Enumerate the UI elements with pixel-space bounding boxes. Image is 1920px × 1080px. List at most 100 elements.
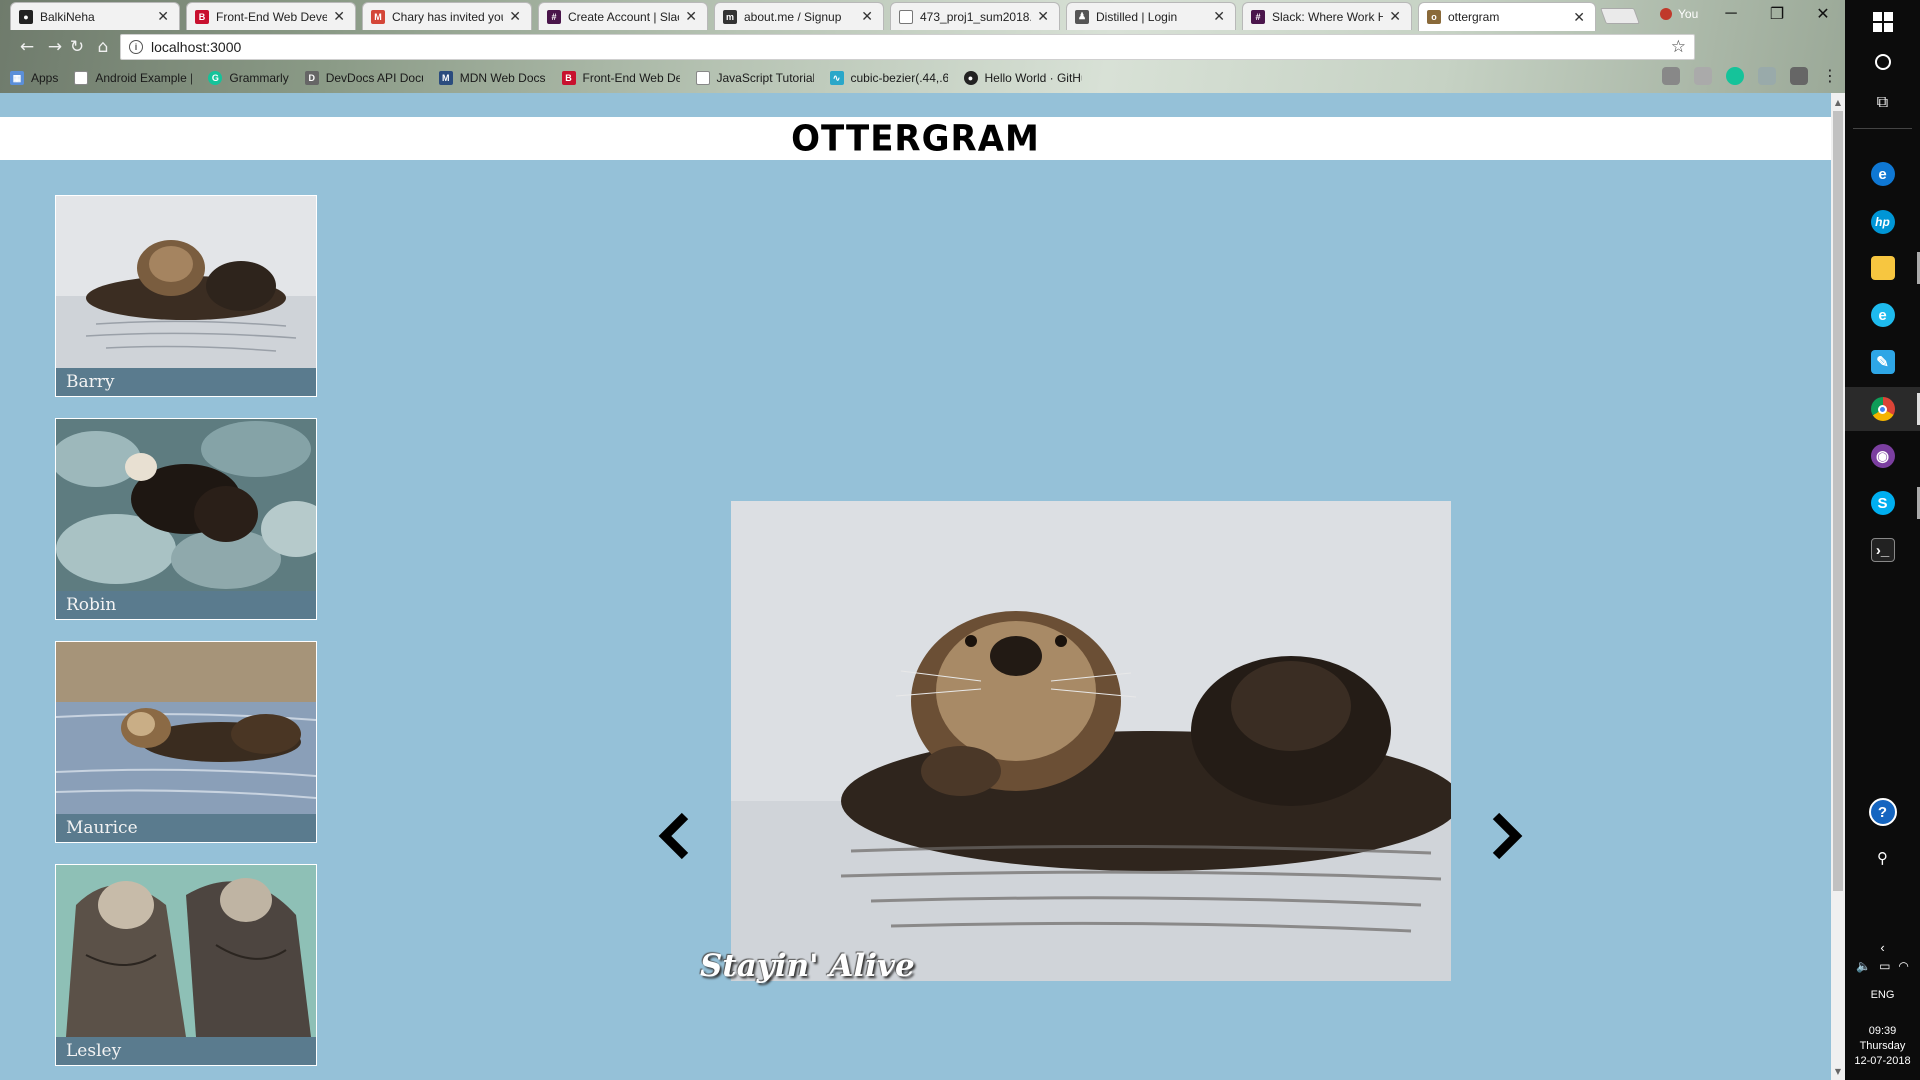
- taskbar-app-purple[interactable]: ◉: [1845, 434, 1920, 478]
- tab-create-account-slack[interactable]: # Create Account | Slack ✕: [538, 2, 708, 30]
- chevron-up-icon[interactable]: ‹: [1880, 940, 1884, 955]
- browser-toolbar: ← → ↻ ⌂ i localhost:3000 ☆ ⋮: [0, 30, 1845, 85]
- page-title: OTTERGRAM: [791, 117, 1040, 160]
- detail-caption: Stayin' Alive: [700, 948, 915, 984]
- home-icon[interactable]: ⌂: [90, 34, 116, 60]
- page-scrollbar[interactable]: ▲ ▼: [1831, 93, 1845, 1080]
- tab-slack-where-work[interactable]: # Slack: Where Work Ha ✕: [1242, 2, 1412, 30]
- taskbar-app-skype[interactable]: S: [1845, 481, 1920, 525]
- bookmark-label: DevDocs API Docum: [325, 71, 423, 85]
- page-icon: [74, 71, 89, 85]
- tab-title: Distilled | Login: [1096, 9, 1178, 24]
- tab-title: BalkiNeha: [40, 9, 95, 24]
- thumbnail-maurice[interactable]: Maurice: [55, 641, 317, 843]
- windows-taskbar: ⧉ e hp e ✎ ◉ S ›_ ? ⚲ ‹ 🔈 ▭ ◠ ENG 09:39 …: [1845, 0, 1920, 1080]
- taskbar-app-pen-tool[interactable]: ✎: [1845, 340, 1920, 384]
- battery-icon[interactable]: ▭: [1879, 959, 1890, 973]
- close-icon[interactable]: ✕: [685, 8, 697, 25]
- bookmark-mdn[interactable]: M MDN Web Docs: [438, 71, 546, 85]
- tab-gmail[interactable]: M Chary has invited you ✕: [362, 2, 532, 30]
- bookmark-javascript-tutorial[interactable]: JavaScript Tutorial: [695, 71, 814, 85]
- taskbar-app-internet-explorer[interactable]: e: [1845, 293, 1920, 337]
- clock-date[interactable]: 12-07-2018: [1845, 1055, 1920, 1067]
- tab-ottergram[interactable]: o ottergram ✕: [1418, 2, 1596, 31]
- taskbar-app-terminal[interactable]: ›_: [1845, 528, 1920, 572]
- taskbar-app-file-explorer[interactable]: [1845, 246, 1920, 290]
- thumbnail-robin[interactable]: Robin: [55, 418, 317, 620]
- start-button[interactable]: [1845, 0, 1920, 44]
- bookmark-devdocs[interactable]: D DevDocs API Docum: [304, 71, 423, 85]
- scrollbar-thumb[interactable]: [1833, 111, 1843, 891]
- tab-distilled-login[interactable]: ♟ Distilled | Login ✕: [1066, 2, 1236, 30]
- clock-time[interactable]: 09:39: [1845, 1025, 1920, 1037]
- apps-grid-icon: ▦: [10, 71, 24, 85]
- info-icon[interactable]: i: [129, 40, 143, 54]
- thumbnail-lesley[interactable]: Lesley: [55, 864, 317, 1066]
- thumbnail-image[interactable]: [56, 196, 316, 368]
- scroll-up-icon[interactable]: ▲: [1831, 95, 1845, 109]
- close-icon[interactable]: ✕: [861, 8, 873, 25]
- bookmark-grammarly[interactable]: G Grammarly: [208, 71, 289, 85]
- document-icon: [899, 9, 913, 24]
- close-icon[interactable]: ✕: [1389, 8, 1401, 25]
- thumbnail-title: Lesley: [56, 1037, 316, 1065]
- taskbar-app-hp[interactable]: hp: [1845, 200, 1920, 244]
- new-tab-button[interactable]: [1600, 8, 1640, 24]
- close-icon[interactable]: ✕: [157, 8, 169, 25]
- bookmark-apps[interactable]: ▦ Apps: [10, 71, 58, 85]
- tab-title: Front-End Web Devel: [216, 9, 328, 24]
- taskbar-app-chrome[interactable]: [1845, 387, 1920, 431]
- tab-473-proj1[interactable]: 473_proj1_sum2018.p ✕: [890, 2, 1060, 30]
- thumbnail-barry[interactable]: Barry: [55, 195, 317, 397]
- restore-button[interactable]: ❐: [1754, 0, 1800, 28]
- close-icon[interactable]: ✕: [1037, 8, 1049, 25]
- bookmark-hello-world-github[interactable]: ● Hello World · GitHub: [963, 71, 1082, 85]
- people-button[interactable]: ⚲: [1845, 836, 1920, 880]
- bookmark-cubic-bezier[interactable]: ∿ cubic-bezier(.44,.61: [829, 71, 948, 85]
- task-view-button[interactable]: ⧉: [1845, 80, 1920, 124]
- cortana-button[interactable]: [1845, 40, 1920, 84]
- chevron-right-icon[interactable]: [1486, 811, 1526, 861]
- close-icon[interactable]: ✕: [1213, 8, 1225, 25]
- wifi-icon[interactable]: ◠: [1898, 959, 1908, 973]
- terminal-icon: ›_: [1870, 538, 1895, 562]
- volume-icon[interactable]: 🔈: [1856, 959, 1871, 973]
- minimize-button[interactable]: ─: [1708, 0, 1754, 28]
- profile-avatar-icon: [1660, 8, 1672, 20]
- bookmark-label: JavaScript Tutorial: [716, 71, 814, 85]
- language-indicator[interactable]: ENG: [1845, 989, 1920, 1001]
- tab-front-end-web-devel[interactable]: B Front-End Web Devel ✕: [186, 2, 356, 30]
- close-window-button[interactable]: ✕: [1800, 0, 1846, 28]
- internet-explorer-icon: e: [1870, 303, 1895, 327]
- bookmark-android-example[interactable]: Android Example |: [74, 71, 192, 85]
- mdn-icon: M: [438, 71, 453, 85]
- tab-about-me[interactable]: m about.me / Signup ✕: [714, 2, 884, 30]
- tab-strip: ● BalkiNeha ✕ B Front-End Web Devel ✕ M …: [0, 0, 1846, 31]
- bookmark-label: Front-End Web Deve: [582, 71, 680, 85]
- clock-day[interactable]: Thursday: [1845, 1040, 1920, 1052]
- close-icon[interactable]: ✕: [509, 8, 521, 25]
- bookmark-label: Hello World · GitHub: [984, 71, 1082, 85]
- address-bar[interactable]: i localhost:3000 ☆: [120, 34, 1695, 60]
- tab-title: about.me / Signup: [744, 9, 842, 24]
- bignerdranch-icon: B: [561, 71, 576, 85]
- bookmark-label: Android Example |: [95, 71, 193, 85]
- chevron-left-icon[interactable]: [655, 811, 695, 861]
- bookmark-front-end-web-dev[interactable]: B Front-End Web Deve: [561, 71, 680, 85]
- scroll-down-icon[interactable]: ▼: [1831, 1064, 1845, 1078]
- help-button[interactable]: ?: [1845, 790, 1920, 834]
- thumbnail-image[interactable]: [56, 865, 316, 1037]
- thumbnail-image[interactable]: [56, 419, 316, 591]
- close-icon[interactable]: ✕: [1573, 9, 1585, 26]
- file-explorer-icon: [1870, 256, 1895, 280]
- otter-icon: o: [1427, 10, 1441, 24]
- cortana-icon: [1874, 54, 1891, 70]
- back-icon[interactable]: ←: [14, 34, 40, 60]
- address-text: localhost:3000: [151, 39, 242, 55]
- tab-balkineha[interactable]: ● BalkiNeha ✕: [10, 2, 180, 30]
- bookmark-star-icon[interactable]: ☆: [1671, 37, 1686, 57]
- close-icon[interactable]: ✕: [333, 8, 345, 25]
- thumbnail-image[interactable]: [56, 642, 316, 814]
- reload-icon[interactable]: ↻: [64, 34, 90, 60]
- taskbar-app-edge[interactable]: e: [1845, 152, 1920, 196]
